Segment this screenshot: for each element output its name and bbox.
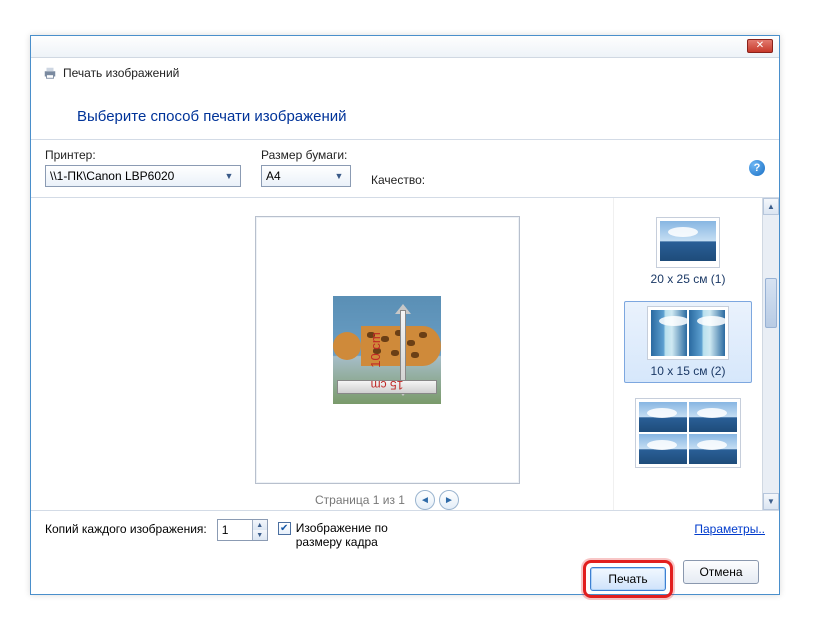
printer-value: \\1-ПК\Canon LBP6020 xyxy=(50,169,216,183)
copies-down-button[interactable]: ▼ xyxy=(253,530,267,540)
preview-pane: 10 cm 15 cm Страница 1 из 1 ◄ ► xyxy=(31,198,613,510)
copies-up-button[interactable]: ▲ xyxy=(253,520,267,530)
layout-thumb-icon xyxy=(689,310,725,356)
printer-icon xyxy=(43,66,57,80)
layout-thumb-icon xyxy=(689,434,737,464)
layout-thumb-icon xyxy=(639,402,687,432)
copies-label: Копий каждого изображения: xyxy=(45,519,207,536)
main-area: 10 cm 15 cm Страница 1 из 1 ◄ ► 20 x 25 … xyxy=(31,198,779,510)
fit-checkbox-label: Изображение по размеру кадра xyxy=(296,522,416,550)
help-icon[interactable]: ? xyxy=(749,160,765,176)
printer-field: Принтер: \\1-ПК\Canon LBP6020 ▼ xyxy=(45,148,241,187)
paper-field: Размер бумаги: A4 ▼ xyxy=(261,148,351,187)
page-navigation: Страница 1 из 1 ◄ ► xyxy=(181,484,593,510)
layout-pane: 20 x 25 см (1) 10 x 15 см (2) ▲ ▼ xyxy=(613,198,779,510)
chevron-down-icon: ▼ xyxy=(222,169,236,183)
layout-thumb-icon xyxy=(639,434,687,464)
preview-image: 10 cm 15 cm xyxy=(333,296,441,404)
quality-label: Качество: xyxy=(371,173,425,187)
layout-label: 10 x 15 см (2) xyxy=(627,364,749,378)
titlebar: ✕ xyxy=(31,36,779,58)
copies-spinner[interactable]: ▲ ▼ xyxy=(217,519,268,541)
dimension-v-text: 10 cm xyxy=(368,332,383,367)
prev-page-button[interactable]: ◄ xyxy=(415,490,435,510)
scroll-up-button[interactable]: ▲ xyxy=(763,198,779,215)
title-row: Печать изображений xyxy=(31,58,779,84)
page-indicator: Страница 1 из 1 xyxy=(315,493,405,507)
layout-scrollbar[interactable]: ▲ ▼ xyxy=(762,198,779,510)
fit-checkbox-group: ✔ Изображение по размеру кадра xyxy=(278,519,416,550)
annotation-highlight: Печать xyxy=(583,560,673,598)
print-button[interactable]: Печать xyxy=(590,567,666,591)
layout-option-grid[interactable] xyxy=(624,393,752,473)
scroll-thumb[interactable] xyxy=(765,278,777,328)
paper-preview: 10 cm 15 cm xyxy=(255,216,520,484)
window-title: Печать изображений xyxy=(63,66,179,80)
fit-checkbox[interactable]: ✔ xyxy=(278,522,291,535)
layout-label: 20 x 25 см (1) xyxy=(627,272,749,286)
layout-option-20x25[interactable]: 20 x 25 см (1) xyxy=(624,212,752,291)
copies-input[interactable] xyxy=(218,520,252,540)
layout-thumb-icon xyxy=(689,402,737,432)
printer-label: Принтер: xyxy=(45,148,241,162)
layout-thumb-icon xyxy=(660,221,716,261)
print-dialog: ✕ Печать изображений Выберите способ печ… xyxy=(30,35,780,595)
settings-bar: Принтер: \\1-ПК\Canon LBP6020 ▼ Размер б… xyxy=(31,139,779,198)
chevron-down-icon: ▼ xyxy=(332,169,346,183)
dimension-h-text: 15 cm xyxy=(371,378,404,392)
paper-label: Размер бумаги: xyxy=(261,148,351,162)
printer-combobox[interactable]: \\1-ПК\Canon LBP6020 ▼ xyxy=(45,165,241,187)
next-page-button[interactable]: ► xyxy=(439,490,459,510)
options-link[interactable]: Параметры.. xyxy=(694,519,765,536)
scroll-down-button[interactable]: ▼ xyxy=(763,493,779,510)
button-row: Печать Отмена xyxy=(31,550,779,598)
layout-thumb-icon xyxy=(651,310,687,356)
layout-option-10x15[interactable]: 10 x 15 см (2) xyxy=(624,301,752,383)
instruction-text: Выберите способ печати изображений xyxy=(31,84,779,139)
cancel-button[interactable]: Отмена xyxy=(683,560,759,584)
close-button[interactable]: ✕ xyxy=(747,39,773,53)
paper-value: A4 xyxy=(266,169,326,183)
quality-field: Качество: xyxy=(371,173,425,187)
paper-combobox[interactable]: A4 ▼ xyxy=(261,165,351,187)
bottom-bar: Копий каждого изображения: ▲ ▼ ✔ Изображ… xyxy=(31,510,779,550)
